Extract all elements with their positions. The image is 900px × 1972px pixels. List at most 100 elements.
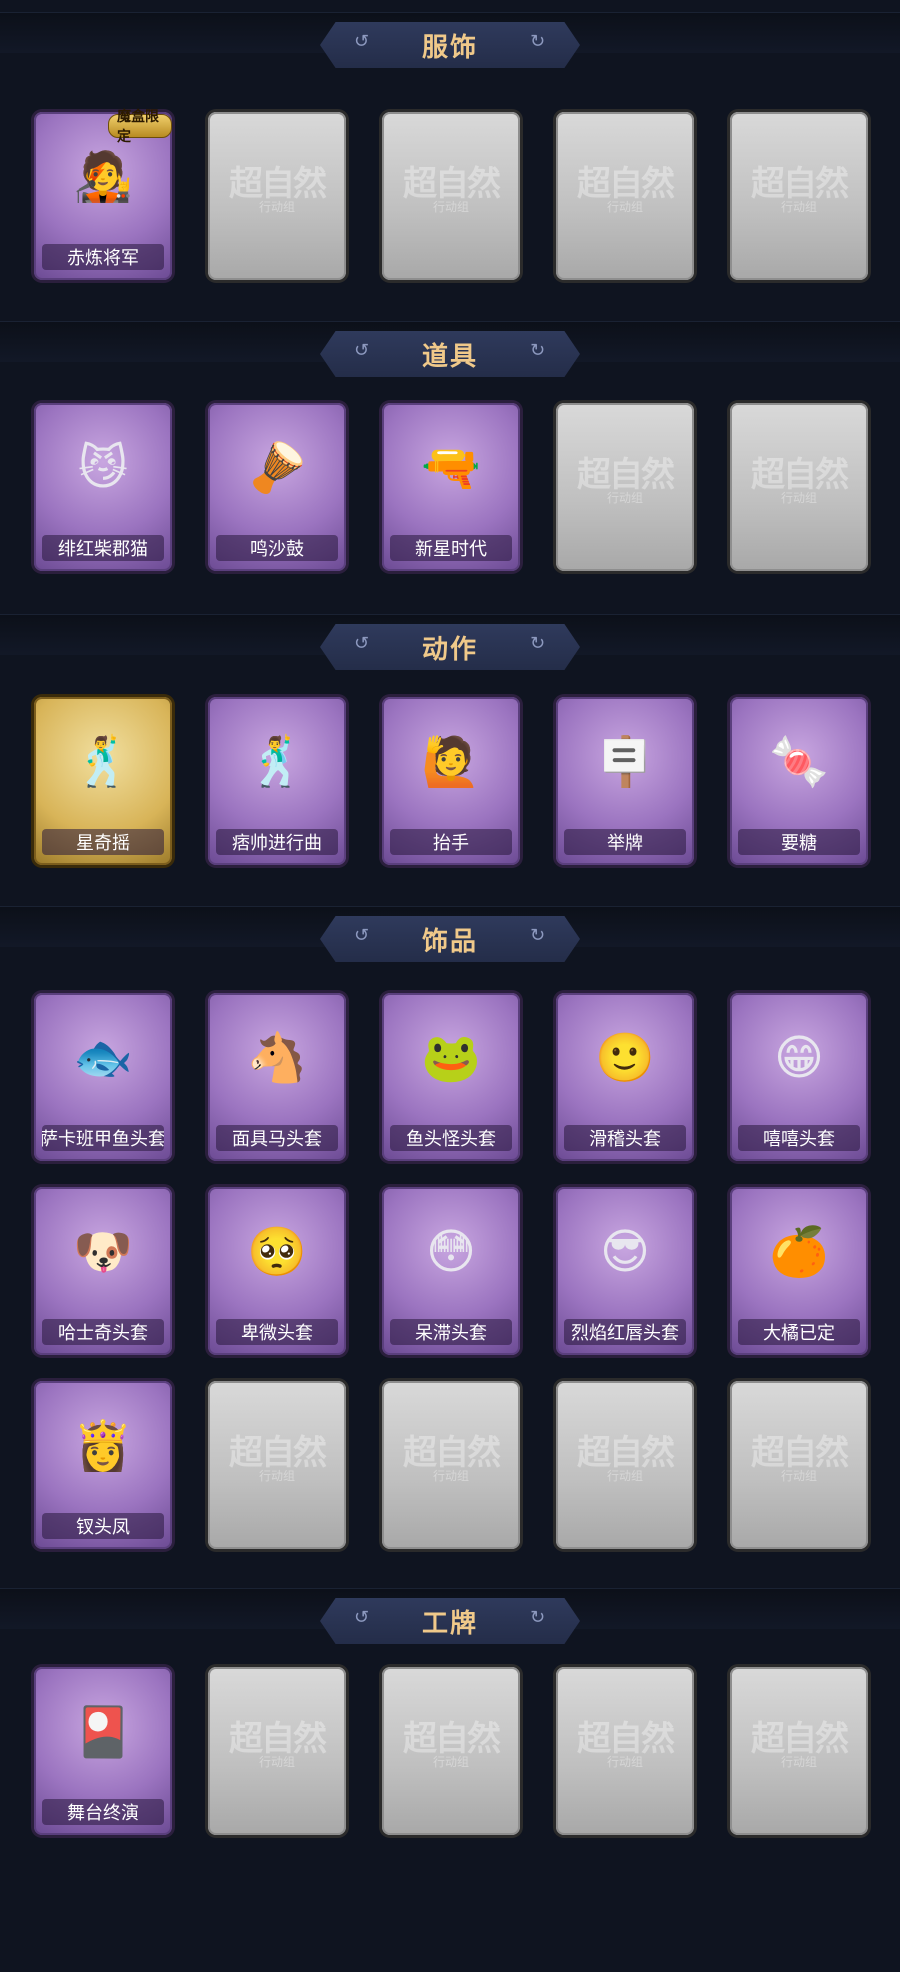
item-label: 呆滞头套 (390, 1319, 512, 1345)
item-label: 赤炼将军 (42, 244, 164, 270)
item-row: 😼 绯红柴郡猫 🪘 鸣沙鼓 🔫 新星时代 超自然 行动组 超自然 行动组 (0, 403, 900, 575)
item-card[interactable]: 😳 呆滞头套 (382, 1187, 520, 1355)
item-card[interactable]: 🐶 哈士奇头套 (34, 1187, 172, 1355)
item-card[interactable]: 🙂 滑稽头套 (556, 993, 694, 1161)
item-row: 🐟 萨卡班甲鱼头套 🐴 面具马头套 🐸 鱼头怪头套 🙂 滑稽头套 😁 嘻嘻头套 (0, 993, 900, 1165)
item-card[interactable]: 😼 绯红柴郡猫 (34, 403, 172, 571)
item-label: 绯红柴郡猫 (42, 535, 164, 561)
empty-item-slot[interactable]: 超自然 行动组 (208, 1667, 346, 1835)
item-label: 卑微头套 (216, 1319, 338, 1345)
item-label: 面具马头套 (216, 1125, 338, 1151)
section-header: ↺ 服饰 ↻ (320, 22, 580, 68)
item-card[interactable]: 😎 烈焰红唇头套 (556, 1187, 694, 1355)
swirl-ornament-icon: ↺ (354, 925, 370, 946)
item-card[interactable]: 🐟 萨卡班甲鱼头套 (34, 993, 172, 1161)
item-card[interactable]: 🧑‍🎤 魔盒限定 赤炼将军 (34, 109, 172, 280)
stage-card-icon: 🎴 (73, 1704, 133, 1760)
swirl-ornament-icon: ↺ (354, 1607, 370, 1628)
section-title: 服饰 (421, 32, 478, 63)
item-label: 钗头凤 (42, 1513, 164, 1539)
item-card[interactable]: 🕺 痞帅进行曲 (208, 697, 346, 865)
empty-item-slot[interactable]: 超自然 行动组 (556, 1667, 694, 1835)
smile-face-icon: 🙂 (595, 1030, 655, 1086)
section-header: ↺ 工牌 ↻ (320, 1598, 580, 1644)
grin-face-icon: 😁 (773, 1030, 825, 1086)
section-header: ↺ 动作 ↻ (320, 624, 580, 670)
empty-item-slot[interactable]: 超自然 行动组 (556, 403, 694, 571)
item-card[interactable]: 👸 钗头凤 (34, 1381, 172, 1549)
hold-sign-icon: 🪧 (595, 734, 655, 790)
item-label: 举牌 (564, 829, 686, 855)
watermark-subtitle: 行动组 (258, 200, 295, 214)
item-row: 🐶 哈士奇头套 🥺 卑微头套 😳 呆滞头套 😎 烈焰红唇头套 🍊 大橘已定 (0, 1187, 900, 1359)
item-label: 痞帅进行曲 (216, 829, 338, 855)
swirl-ornament-icon: ↻ (530, 925, 546, 946)
empty-item-slot[interactable]: 超自然 行动组 (208, 112, 346, 280)
item-card[interactable]: 🐸 鱼头怪头套 (382, 993, 520, 1161)
watermark-subtitle: 行动组 (432, 200, 469, 214)
item-row: 🧑‍🎤 魔盒限定 赤炼将军 超自然 行动组 超自然 行动组 超自然 行动组 超自然 行动组 (0, 109, 900, 284)
item-card[interactable]: 🎴 舞台终演 (34, 1667, 172, 1835)
empty-item-slot[interactable]: 超自然 行动组 (730, 112, 868, 280)
empty-item-slot[interactable]: 超自然 行动组 (382, 112, 520, 280)
empty-item-slot[interactable]: 超自然 行动组 (730, 1667, 868, 1835)
watermark-subtitle: 行动组 (780, 1469, 817, 1483)
swirl-ornament-icon: ↻ (530, 340, 546, 361)
limited-badge: 魔盒限定 (108, 109, 172, 145)
fish-monster-icon: 🐸 (421, 1030, 481, 1086)
phoenix-crown-icon: 👸 (73, 1418, 133, 1474)
empty-item-slot[interactable]: 超自然 行动组 (730, 403, 868, 571)
empty-item-slot[interactable]: 超自然 行动组 (208, 1381, 346, 1549)
watermark-subtitle: 行动组 (606, 1755, 643, 1769)
swirl-ornament-icon: ↻ (530, 31, 546, 52)
swirl-ornament-icon: ↺ (354, 340, 370, 361)
empty-item-slot[interactable]: 超自然 行动组 (382, 1381, 520, 1549)
watermark-subtitle: 行动组 (606, 200, 643, 214)
item-label: 滑稽头套 (564, 1125, 686, 1151)
swirl-ornament-icon: ↻ (530, 1607, 546, 1628)
husky-head-icon: 🐶 (73, 1224, 133, 1280)
item-card[interactable]: 🕺 星奇摇 (34, 697, 172, 865)
item-card[interactable]: 🪧 举牌 (556, 697, 694, 865)
item-card[interactable]: 🐴 面具马头套 (208, 993, 346, 1161)
item-label: 要糖 (738, 829, 860, 855)
item-card[interactable]: 🔫 新星时代 (382, 403, 520, 571)
item-card[interactable]: 🍬 要糖 (730, 697, 868, 865)
item-label: 萨卡班甲鱼头套 (42, 1125, 164, 1151)
item-card[interactable]: 🙋 抬手 (382, 697, 520, 865)
item-card[interactable]: 😁 嘻嘻头套 (730, 993, 868, 1161)
cheshire-cat-icon: 😼 (77, 440, 129, 496)
swirl-ornament-icon: ↺ (354, 633, 370, 654)
stare-face-icon: 😳 (425, 1224, 477, 1280)
empty-item-slot[interactable]: 超自然 行动组 (730, 1381, 868, 1549)
horse-head-icon: 🐴 (247, 1030, 307, 1086)
pikachu-head-icon: 😎 (599, 1224, 651, 1280)
swirl-ornament-icon: ↺ (354, 31, 370, 52)
fish-head-icon: 🐟 (73, 1030, 133, 1086)
ask-candy-icon: 🍬 (769, 734, 829, 790)
swirl-ornament-icon: ↻ (530, 633, 546, 654)
drum-charm-icon: 🪘 (247, 440, 307, 496)
watermark-subtitle: 行动组 (780, 491, 817, 505)
empty-item-slot[interactable]: 超自然 行动组 (382, 1667, 520, 1835)
empty-item-slot[interactable]: 超自然 行动组 (556, 112, 694, 280)
watermark-subtitle: 行动组 (432, 1469, 469, 1483)
section-header: ↺ 道具 ↻ (320, 331, 580, 377)
item-label: 烈焰红唇头套 (564, 1319, 686, 1345)
item-label: 嘻嘻头套 (738, 1125, 860, 1151)
dance-pose-icon: 🕺 (73, 734, 133, 790)
orange-slice-icon: 🍊 (769, 1224, 829, 1280)
watermark-subtitle: 行动组 (780, 200, 817, 214)
item-card[interactable]: 🥺 卑微头套 (208, 1187, 346, 1355)
section-header: ↺ 饰品 ↻ (320, 916, 580, 962)
item-card[interactable]: 🍊 大橘已定 (730, 1187, 868, 1355)
item-label: 鱼头怪头套 (390, 1125, 512, 1151)
watermark-subtitle: 行动组 (432, 1755, 469, 1769)
section-title: 道具 (421, 341, 478, 372)
item-label: 舞台终演 (42, 1799, 164, 1825)
item-row: 👸 钗头凤 超自然 行动组 超自然 行动组 超自然 行动组 超自然 行动组 (0, 1381, 900, 1553)
item-card[interactable]: 🪘 鸣沙鼓 (208, 403, 346, 571)
watermark-subtitle: 行动组 (606, 1469, 643, 1483)
empty-item-slot[interactable]: 超自然 行动组 (556, 1381, 694, 1549)
item-row: 🎴 舞台终演 超自然 行动组 超自然 行动组 超自然 行动组 超自然 行动组 (0, 1667, 900, 1839)
